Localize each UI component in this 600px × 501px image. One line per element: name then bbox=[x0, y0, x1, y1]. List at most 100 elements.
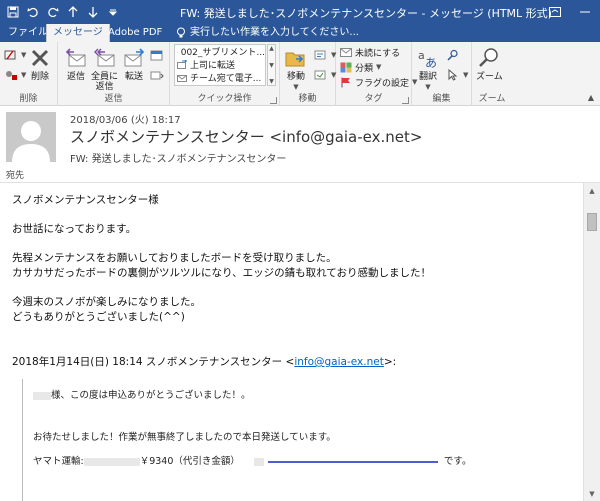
quick-steps-scroll[interactable]: ▲ ▼ ▼ bbox=[267, 44, 276, 86]
quoted-message: 様、この度は申込ありがとうございました！。 お待たせしました！作業が無事終了しま… bbox=[22, 379, 572, 501]
delete-label: 削除 bbox=[30, 72, 49, 82]
move-folder-icon bbox=[285, 52, 305, 67]
translate-icon: aあ bbox=[418, 49, 437, 70]
redacted-tracking-link[interactable] bbox=[267, 460, 438, 463]
group-tags-label: タグ bbox=[364, 94, 383, 104]
quick-step-label: チーム宛て電子... bbox=[190, 74, 262, 84]
arrow-down-icon[interactable] bbox=[84, 3, 102, 21]
quick-step-item[interactable]: チーム宛て電子... bbox=[175, 71, 265, 84]
tab-adobe-pdf[interactable]: Adobe PDF bbox=[102, 24, 168, 42]
zoom-button[interactable]: ズーム bbox=[476, 46, 503, 82]
folder-icon bbox=[177, 51, 178, 52]
customize-qat-icon[interactable] bbox=[104, 3, 122, 21]
forward-header-suffix: >: bbox=[383, 356, 397, 368]
body-line: スノボメンテナンスセンター様 bbox=[12, 194, 159, 206]
more-respond-icon bbox=[150, 71, 164, 80]
tell-me-box[interactable]: 実行したい作業を入力してください... bbox=[176, 24, 359, 42]
to-label: 宛先 bbox=[6, 171, 25, 181]
message-sender[interactable]: スノボメンテナンスセンター <info@gaia-ex.net> bbox=[70, 126, 422, 147]
unread-label: 未読にする bbox=[355, 48, 401, 59]
ignore-button[interactable]: ▼ bbox=[4, 48, 26, 62]
group-move-label: 移動 bbox=[298, 94, 317, 104]
body-text: スノボメンテナンスセンター様 お世話になっております。 先程メンテナンスをお願い… bbox=[12, 193, 572, 370]
quote-line: ヤマト運輸: ￥9340（代引き金額） です。 bbox=[33, 456, 472, 467]
flag-icon bbox=[341, 77, 350, 87]
categorize-label: 分類 bbox=[355, 63, 374, 74]
categorize-button[interactable]: 分類 ▼ bbox=[340, 60, 381, 74]
meeting-reply-button[interactable] bbox=[150, 48, 164, 62]
arrow-up-icon[interactable] bbox=[64, 3, 82, 21]
translate-button[interactable]: aあ 翻訳 ▼ bbox=[416, 46, 440, 92]
select-cursor-icon bbox=[448, 69, 458, 81]
quick-step-item[interactable]: 002_サブリメント... bbox=[175, 45, 265, 58]
unread-envelope-icon bbox=[340, 47, 352, 57]
redacted-number bbox=[83, 457, 140, 466]
group-delete: ▼ ▼ 削除 削除 bbox=[0, 42, 58, 106]
mark-unread-button[interactable]: 未読にする bbox=[340, 45, 400, 59]
tab-message[interactable]: メッセージ bbox=[46, 24, 110, 42]
vertical-scrollbar[interactable]: ▲ ▼ bbox=[583, 183, 600, 501]
forward-header-prefix: 2018年1月14日(日) 18:14 スノボメンテナンスセンター < bbox=[12, 356, 295, 368]
delete-x-icon bbox=[31, 49, 49, 67]
quick-step-item[interactable]: 上司に転送 bbox=[175, 58, 265, 71]
reply-all-button[interactable]: 全員に 返信 bbox=[91, 46, 118, 92]
sender-email-link[interactable]: info@gaia-ex.net bbox=[294, 356, 384, 368]
svg-text:あ: あ bbox=[425, 56, 437, 70]
forward-button[interactable]: 転送 bbox=[122, 46, 146, 82]
message-body[interactable]: スノボメンテナンスセンター様 お世話になっております。 先程メンテナンスをお願い… bbox=[0, 182, 600, 501]
group-quick-steps: 002_サブリメント... 上司に転送 チーム宛て電子... ▲ ▼ ▼ クイッ… bbox=[170, 42, 280, 106]
actions-button[interactable]: ▼ bbox=[314, 68, 336, 82]
scroll-up-icon[interactable]: ▲ bbox=[269, 45, 274, 52]
rules-icon bbox=[314, 50, 326, 60]
reply-all-icon bbox=[93, 48, 114, 67]
quick-step-label: 上司に転送 bbox=[190, 61, 236, 71]
body-line: 先程メンテナンスをお願いしておりましたボードを受け取りました。 bbox=[12, 252, 337, 264]
ribbon-display-options-icon[interactable] bbox=[540, 0, 570, 24]
quick-access-toolbar bbox=[4, 3, 122, 21]
ribbon-tabs: ファイル メッセージ Adobe PDF 実行したい作業を入力してください... bbox=[0, 24, 600, 42]
scroll-thumb[interactable] bbox=[587, 213, 597, 231]
body-line: お世話になっております。 bbox=[12, 223, 137, 235]
window-controls bbox=[540, 0, 600, 24]
minimize-icon[interactable] bbox=[570, 0, 600, 24]
group-tags: 未読にする 分類 ▼ フラグの設定 ▼ タグ bbox=[336, 42, 417, 106]
rules-button[interactable]: ▼ bbox=[314, 48, 336, 62]
categorize-icon bbox=[340, 62, 352, 72]
scroll-down-icon[interactable]: ▼ bbox=[269, 62, 274, 69]
undo-icon[interactable] bbox=[24, 3, 42, 21]
message-subject: FW: 発送しました･スノボメンテナンスセンター bbox=[70, 154, 287, 165]
reply-icon bbox=[65, 48, 86, 67]
redo-icon[interactable] bbox=[44, 3, 62, 21]
more-respond-button[interactable] bbox=[150, 68, 164, 82]
quote-line: 様、この度は申込ありがとうございました！。 bbox=[23, 389, 572, 403]
group-quick-steps-label: クイック操作 bbox=[197, 94, 252, 104]
move-button[interactable]: 移動 ▼ bbox=[284, 46, 308, 92]
follow-up-label: フラグの設定 bbox=[355, 78, 410, 89]
collapse-ribbon-icon[interactable]: ▲ bbox=[588, 93, 594, 102]
follow-up-button[interactable]: フラグの設定 ▼ bbox=[340, 75, 417, 89]
message-header: 2018/03/06 (火) 18:17 スノボメンテナンスセンター <info… bbox=[0, 106, 600, 182]
expand-gallery-icon[interactable]: ▼ bbox=[269, 78, 274, 85]
group-move: 移動 ▼ ▼ ▼ 移動 bbox=[280, 42, 336, 106]
forward-header: 2018年1月14日(日) 18:14 スノボメンテナンスセンター <info@… bbox=[12, 355, 572, 370]
actions-icon bbox=[314, 70, 326, 80]
scroll-down-arrow-icon[interactable]: ▼ bbox=[584, 486, 600, 501]
scroll-up-arrow-icon[interactable]: ▲ bbox=[584, 183, 600, 199]
body-line: カサカサだったボードの裏側がツルツルになり、エッジの錆も取れており感動しました！ bbox=[12, 267, 431, 279]
group-respond: 返信 全員に 返信 転送 返信 bbox=[58, 42, 170, 106]
group-zoom-label: ズーム bbox=[478, 94, 506, 104]
reply-button[interactable]: 返信 bbox=[64, 46, 88, 82]
junk-button[interactable]: ▼ bbox=[4, 68, 26, 82]
lightbulb-icon bbox=[177, 27, 185, 38]
body-line: 今週末のスノボが楽しみになりました。 bbox=[12, 296, 201, 308]
group-editing: aあ 翻訳 ▼ ▼ 編集 bbox=[412, 42, 472, 106]
reply-all-label: 全員に 返信 bbox=[91, 72, 119, 92]
title-bar: FW: 発送しました･スノボメンテナンスセンター - メッセージ (HTML 形… bbox=[0, 0, 600, 24]
select-button[interactable]: ▼ bbox=[446, 68, 468, 82]
avatar bbox=[6, 112, 56, 162]
find-button[interactable] bbox=[446, 48, 460, 62]
delete-button[interactable]: 削除 bbox=[28, 46, 52, 82]
save-icon[interactable] bbox=[4, 3, 22, 21]
move-label: 移動 bbox=[286, 72, 305, 82]
window-title: FW: 発送しました･スノボメンテナンスセンター - メッセージ (HTML 形… bbox=[180, 7, 552, 20]
